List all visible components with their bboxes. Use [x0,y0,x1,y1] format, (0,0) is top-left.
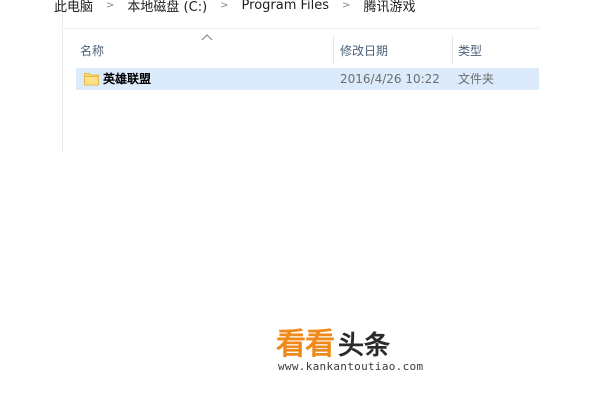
file-name: 英雄联盟 [103,72,152,86]
watermark-logo: 看看 头条 www.kankantoutiao.com [276,328,476,378]
watermark-url: www.kankantoutiao.com [278,360,424,373]
breadcrumb-separator-icon[interactable]: > [220,0,228,11]
column-header-type[interactable]: 类型 [458,38,538,62]
file-type: 文件夹 [458,72,495,86]
window-left-border [62,0,63,152]
breadcrumb-item-local-disk[interactable]: 本地磁盘 (C:) [127,0,207,15]
column-header-date-modified[interactable]: 修改日期 [340,38,452,62]
column-divider[interactable] [333,36,334,64]
column-divider[interactable] [452,36,453,64]
breadcrumb-separator-icon[interactable]: > [342,0,350,11]
watermark-brand-dark: 头条 [338,331,391,361]
watermark-brand-orange: 看看 [276,327,335,362]
folder-icon [84,73,99,86]
file-row-selected[interactable]: 英雄联盟 2016/4/26 10:22 文件夹 [76,68,539,90]
breadcrumb-item-current-folder[interactable]: 腾讯游戏 [363,0,415,15]
file-date-modified: 2016/4/26 10:22 [340,72,440,86]
breadcrumb-separator-icon[interactable]: > [106,0,114,11]
breadcrumb-item-this-pc[interactable]: 此电脑 [54,0,93,15]
breadcrumb: 此电脑 > 本地磁盘 (C:) > Program Files > 腾讯游戏 [54,0,415,15]
address-bar-divider [62,28,540,29]
column-header-name[interactable]: 名称 [80,38,333,62]
breadcrumb-item-program-files[interactable]: Program Files [242,0,330,13]
